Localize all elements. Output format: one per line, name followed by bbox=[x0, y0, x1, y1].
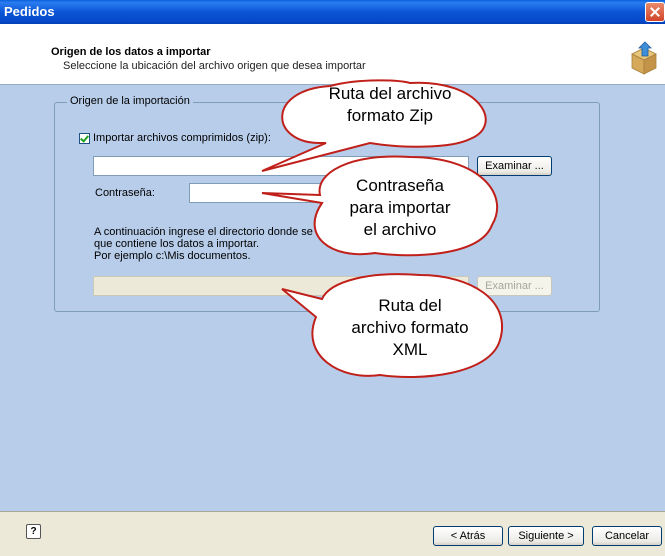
title-bar[interactable]: Pedidos bbox=[0, 0, 665, 24]
next-button[interactable]: Siguiente > bbox=[508, 526, 584, 546]
page-subtitle: Seleccione la ubicación del archivo orig… bbox=[63, 60, 366, 72]
package-icon bbox=[631, 41, 657, 75]
wizard-footer: ? < Atrás Siguiente > Cancelar bbox=[0, 511, 665, 556]
wizard-header: Origen de los datos a importar Seleccion… bbox=[0, 24, 665, 85]
callout-xml-line-3: XML bbox=[392, 340, 428, 359]
back-button[interactable]: < Atrás bbox=[433, 526, 503, 546]
page-title: Origen de los datos a importar bbox=[51, 46, 211, 58]
cancel-button[interactable]: Cancelar bbox=[592, 526, 662, 546]
callout-xml-line-1: Ruta del bbox=[378, 296, 442, 315]
help-icon[interactable]: ? bbox=[26, 524, 41, 539]
callout-xml: Ruta del archivo formato XML bbox=[0, 85, 665, 511]
close-button[interactable] bbox=[645, 2, 665, 22]
window-title: Pedidos bbox=[4, 4, 55, 19]
callout-xml-line-2: archivo formato bbox=[351, 318, 469, 337]
wizard-body: Origen de la importación Importar archiv… bbox=[0, 79, 665, 511]
